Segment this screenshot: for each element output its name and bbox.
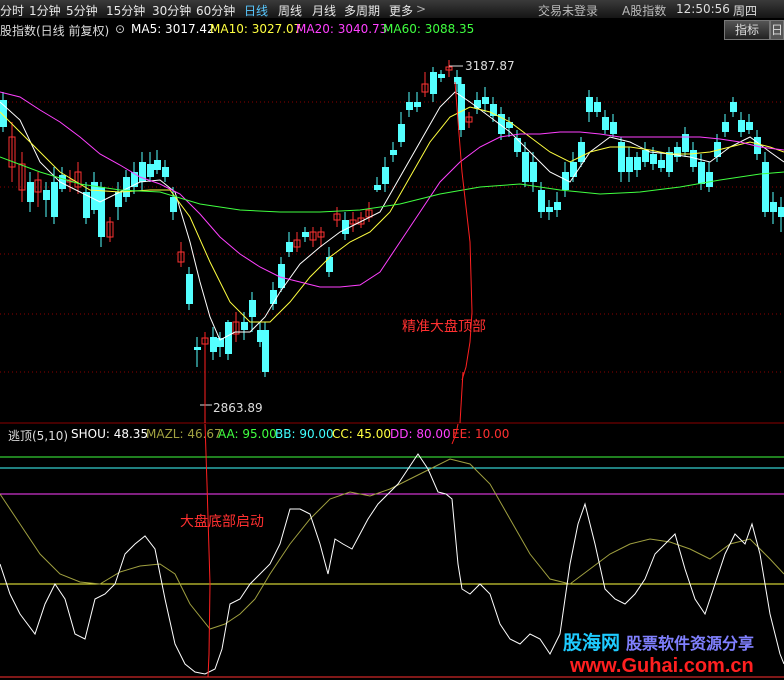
- candle-body-down: [706, 172, 713, 187]
- high-price-label: 3187.87: [465, 59, 515, 73]
- candle-body-down: [210, 337, 217, 352]
- mazl-line: [0, 458, 784, 630]
- candle-body-down: [162, 167, 169, 177]
- candle-body-down: [414, 102, 421, 107]
- bottom-pointer-line: [204, 424, 211, 678]
- ma20-value: MA20: 3040.73: [296, 22, 388, 36]
- top-pointer-tail: [459, 371, 464, 424]
- candle-body-down: [634, 157, 641, 170]
- candle-body-down: [762, 162, 769, 212]
- tab-15min[interactable]: 15分钟: [106, 2, 145, 19]
- candle-body-down: [538, 190, 545, 212]
- top-pointer-end: [451, 424, 459, 445]
- top-toolbar: 分时 1分钟 5分钟 15分钟 30分钟 60分钟 日线 周线 月线 多周期 更…: [0, 0, 784, 19]
- tab-more[interactable]: 更多: [389, 2, 413, 19]
- candle-body-down: [482, 97, 489, 104]
- candle-body-down: [722, 122, 729, 132]
- chevron-right-icon[interactable]: >: [416, 2, 426, 16]
- candle-body-down: [746, 122, 753, 130]
- candle-body-down: [342, 220, 349, 234]
- candle-body-down: [642, 150, 649, 162]
- candle-body-down: [83, 192, 90, 218]
- candle-body-down: [570, 162, 577, 177]
- login-status[interactable]: 交易未登录: [538, 2, 598, 19]
- ma5-value: MA5: 3017.42: [131, 22, 215, 36]
- weekday: 周四: [733, 4, 758, 18]
- candle-body-down: [626, 157, 633, 172]
- site-name: 股海网: [563, 632, 621, 654]
- indicator-button[interactable]: 指标: [724, 20, 770, 40]
- candle-body-down: [666, 152, 673, 172]
- candle-body-down: [546, 207, 553, 212]
- low-price-label: 2863.89: [213, 401, 263, 415]
- ma60-value: MA60: 3088.35: [383, 22, 475, 36]
- tab-fenshi[interactable]: 分时: [0, 2, 24, 19]
- candle-body-down: [302, 232, 309, 237]
- bottom-annotation: 大盘底部启动: [180, 514, 264, 530]
- tab-monthly[interactable]: 月线: [312, 2, 336, 19]
- candle-body-down: [522, 152, 529, 182]
- candle-body-down: [474, 100, 481, 108]
- candle-body-down: [594, 102, 601, 112]
- candle-body-down: [382, 167, 389, 184]
- candle-body-down: [554, 202, 561, 210]
- candle-body-down: [406, 102, 413, 110]
- candle-body-down: [154, 160, 161, 170]
- candle-body-down: [586, 97, 593, 112]
- candle-body-down: [530, 162, 537, 182]
- tab-60min[interactable]: 60分钟: [196, 2, 235, 19]
- candle-body-down: [658, 160, 665, 168]
- candle-body-down: [730, 102, 737, 112]
- tab-1min[interactable]: 1分钟: [29, 2, 61, 19]
- site-url: www.Guhai.com.cn: [570, 655, 754, 677]
- tab-weekly[interactable]: 周线: [278, 2, 302, 19]
- candle-body-down: [738, 120, 745, 132]
- candle-body-down: [194, 347, 201, 350]
- clock: 12:50:56: [676, 2, 730, 16]
- candle-body-down: [27, 182, 34, 202]
- candle-body-down: [610, 122, 617, 134]
- tab-5min[interactable]: 5分钟: [66, 2, 98, 19]
- candle-body-down: [225, 322, 232, 354]
- candle-body-down: [602, 117, 609, 130]
- candle-body-down: [262, 330, 269, 372]
- chevron-down-icon[interactable]: ⊙: [115, 22, 125, 36]
- tab-daily[interactable]: 日线: [244, 2, 268, 19]
- candlestick-chart[interactable]: [0, 42, 784, 424]
- candle-body-down: [51, 182, 58, 217]
- ma10-value: MA10: 3027.07: [210, 22, 302, 36]
- candle-body-down: [438, 74, 445, 78]
- candle-body-down: [374, 185, 381, 190]
- candle-body-down: [778, 207, 784, 217]
- candle-body-down: [770, 202, 777, 212]
- candle-body-down: [43, 190, 50, 200]
- candle-body-down: [458, 84, 465, 130]
- candle-body-down: [249, 300, 256, 317]
- site-slogan: 股票软件资源分享: [626, 634, 755, 653]
- candle-body-down: [241, 322, 248, 330]
- candle-body-down: [578, 142, 585, 162]
- candle-body-down: [698, 162, 705, 184]
- tab-30min[interactable]: 30分钟: [152, 2, 191, 19]
- watermark-logo: 股海网 股票软件资源分享: [563, 628, 755, 654]
- candle-body-down: [390, 150, 397, 155]
- edge-button[interactable]: 日: [770, 20, 784, 40]
- candle-body-down: [650, 154, 657, 164]
- candle-body-down: [398, 124, 405, 142]
- candle-body-down: [286, 242, 293, 252]
- candle-body-down: [147, 164, 154, 177]
- candle-body-down: [430, 72, 437, 94]
- candle-body-down: [98, 187, 105, 237]
- tab-multi-period[interactable]: 多周期: [344, 2, 380, 19]
- candle-body-down: [170, 197, 177, 212]
- chart-title: 股指数(日线 前复权): [0, 24, 110, 38]
- top-annotation: 精准大盘顶部: [402, 319, 486, 335]
- candle-body-down: [186, 274, 193, 304]
- index-name[interactable]: A股指数: [622, 2, 666, 19]
